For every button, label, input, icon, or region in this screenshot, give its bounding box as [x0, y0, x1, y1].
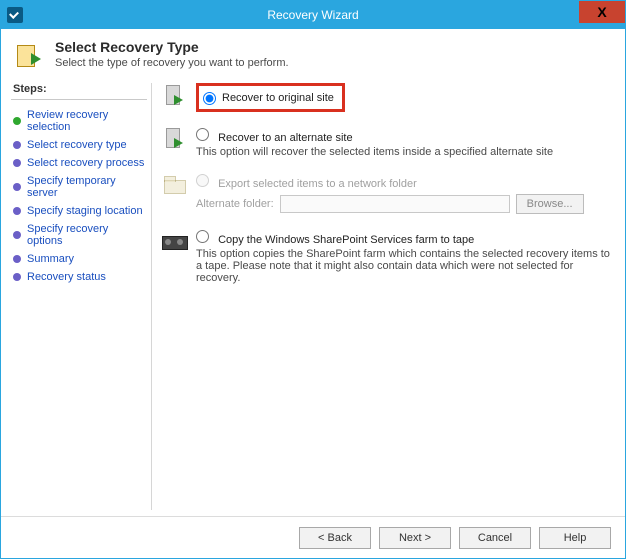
radio-recover-alternate[interactable] — [196, 128, 209, 141]
site-icon — [162, 126, 190, 154]
site-icon — [162, 83, 190, 111]
tape-icon — [162, 228, 190, 256]
option-export-folder: Export selected items to a network folde… — [162, 172, 615, 214]
help-button[interactable]: Help — [539, 527, 611, 549]
selected-option-highlight: Recover to original site — [196, 83, 345, 112]
browse-button: Browse... — [516, 194, 584, 214]
steps-panel: Steps: Review recovery selection Select … — [1, 77, 151, 516]
radio-recover-original[interactable] — [203, 92, 216, 105]
alternate-folder-label: Alternate folder: — [196, 198, 274, 210]
step-review-recovery-selection[interactable]: Review recovery selection — [11, 106, 147, 136]
radio-copy-to-tape[interactable] — [196, 230, 209, 243]
page-title: Select Recovery Type — [55, 39, 289, 55]
steps-list: Review recovery selection Select recover… — [11, 106, 147, 286]
recovery-wizard-window: Recovery Wizard X Select Recovery Type S… — [0, 0, 626, 559]
close-button[interactable]: X — [579, 1, 625, 23]
step-specify-temporary-server[interactable]: Specify temporary server — [11, 172, 147, 202]
step-label: Review recovery selection — [27, 109, 145, 133]
wizard-footer: < Back Next > Cancel Help — [1, 516, 625, 558]
divider — [11, 99, 147, 100]
recovery-icon — [15, 39, 47, 71]
option-label: Copy the Windows SharePoint Services far… — [218, 234, 474, 246]
next-button[interactable]: Next > — [379, 527, 451, 549]
options-panel: Recover to original site Recover to an a… — [156, 77, 625, 516]
step-specify-recovery-options[interactable]: Specify recovery options — [11, 220, 147, 250]
option-label: Export selected items to a network folde… — [218, 178, 417, 190]
step-label: Summary — [27, 253, 74, 265]
option-label: Recover to an alternate site — [218, 132, 353, 144]
folder-icon — [162, 172, 190, 200]
window-title: Recovery Wizard — [1, 8, 625, 22]
vertical-divider — [151, 83, 152, 510]
radio-export-folder — [196, 174, 209, 187]
step-label: Select recovery type — [27, 139, 127, 151]
option-desc: This option copies the SharePoint farm w… — [196, 248, 615, 284]
step-label: Select recovery process — [27, 157, 144, 169]
step-recovery-status[interactable]: Recovery status — [11, 268, 147, 286]
step-select-recovery-process[interactable]: Select recovery process — [11, 154, 147, 172]
steps-title: Steps: — [13, 83, 147, 95]
step-label: Recovery status — [27, 271, 106, 283]
back-button[interactable]: < Back — [299, 527, 371, 549]
step-summary[interactable]: Summary — [11, 250, 147, 268]
alternate-folder-input — [280, 195, 510, 213]
alternate-folder-row: Alternate folder: Browse... — [196, 194, 584, 214]
step-label: Specify recovery options — [27, 223, 145, 247]
option-label: Recover to original site — [222, 92, 334, 104]
step-select-recovery-type[interactable]: Select recovery type — [11, 136, 147, 154]
option-recover-original: Recover to original site — [162, 83, 615, 112]
page-header: Select Recovery Type Select the type of … — [1, 29, 625, 77]
step-label: Specify staging location — [27, 205, 143, 217]
step-specify-staging-location[interactable]: Specify staging location — [11, 202, 147, 220]
step-label: Specify temporary server — [27, 175, 145, 199]
titlebar: Recovery Wizard X — [1, 1, 625, 29]
option-recover-alternate: Recover to an alternate site This option… — [162, 126, 615, 158]
cancel-button[interactable]: Cancel — [459, 527, 531, 549]
option-desc: This option will recover the selected it… — [196, 146, 553, 158]
app-icon — [7, 7, 23, 23]
page-subtitle: Select the type of recovery you want to … — [55, 57, 289, 69]
option-copy-to-tape: Copy the Windows SharePoint Services far… — [162, 228, 615, 284]
